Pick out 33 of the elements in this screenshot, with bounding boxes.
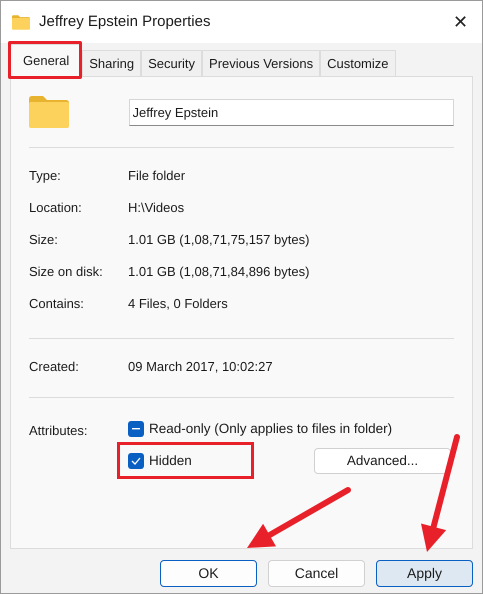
field-label: Size: [29,231,59,250]
close-button[interactable]: ✕ [453,13,468,31]
field-value: 4 Files, 0 Folders [128,295,228,314]
folder-icon [29,96,69,128]
checkbox[interactable] [128,421,144,437]
name-field[interactable]: Jeffrey Epstein [128,98,454,126]
field-label: Created: [29,358,80,376]
field-value: 1.01 GB (1,08,71,75,157 bytes) [128,231,310,250]
checkbox[interactable] [128,453,144,469]
field-value: 09 March 2017, 10:02:27 [128,358,273,376]
dialog-button[interactable]: Apply [376,560,473,587]
tab[interactable]: Security [141,50,202,76]
tab[interactable]: Previous Versions [202,50,320,76]
field-label: Location: [29,199,83,218]
checkbox-label: Hidden [149,452,192,470]
tab[interactable]: Customize [320,50,396,76]
dialog-button[interactable]: Cancel [268,560,365,587]
field-value: H:\Videos [128,199,184,218]
checkbox-label: Read-only (Only applies to files in folder) [149,420,392,438]
window-title: Jeffrey Epstein Properties [39,12,210,32]
dialog-button[interactable]: OK [160,560,257,587]
dash-icon [132,428,140,430]
field-label: Size on disk: [29,263,104,282]
tab[interactable]: Sharing [82,50,142,76]
folder-icon [12,14,30,30]
advanced-button[interactable]: Advanced... [314,448,451,474]
tab[interactable]: General [10,44,82,77]
checkmark-icon [131,457,141,465]
field-value: File folder [128,167,186,186]
field-label: Contains: [29,295,85,314]
field-value: 1.01 GB (1,08,71,84,896 bytes) [128,263,310,282]
field-label: Type: [29,167,62,186]
field-label: Attributes: [29,422,89,440]
